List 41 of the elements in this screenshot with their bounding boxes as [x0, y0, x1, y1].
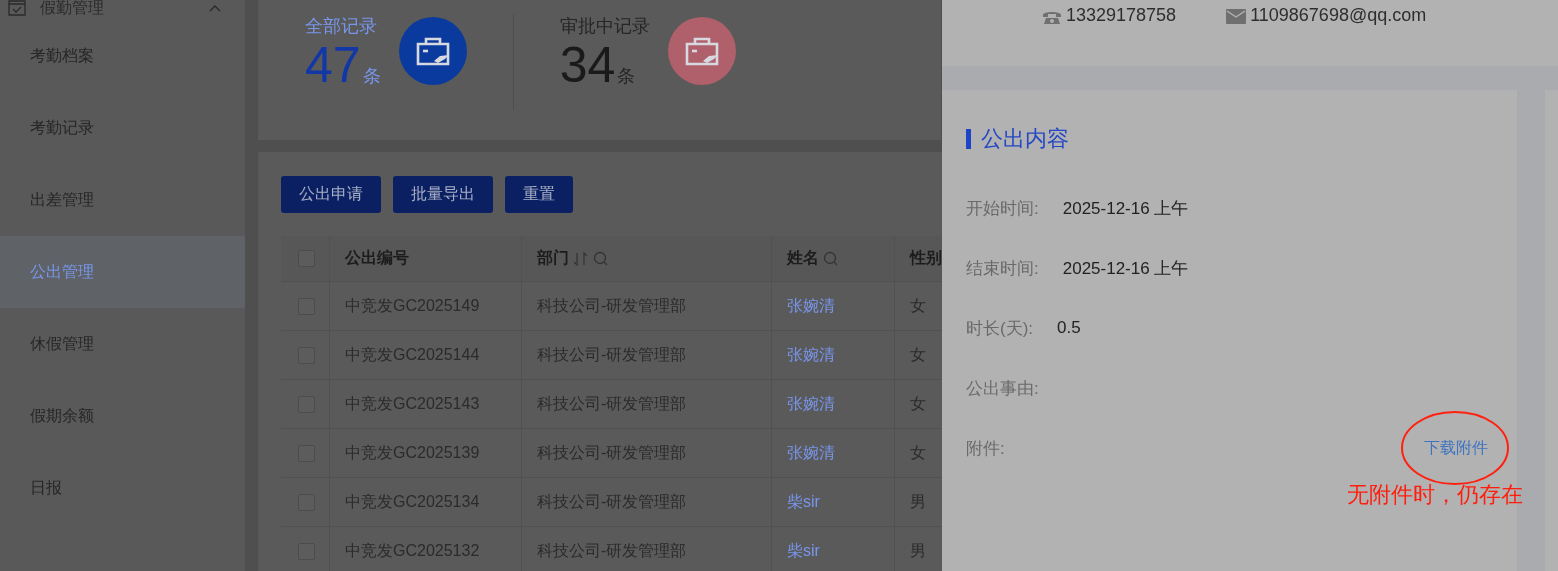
- stat-count: 47: [305, 38, 361, 92]
- accent-bar: [966, 129, 971, 149]
- field-value: 2025-12-16 上午: [1062, 257, 1189, 280]
- briefcase-icon: [398, 17, 467, 85]
- stat-unit: 条: [362, 65, 381, 88]
- field-value: 2025-12-16 上午: [1062, 197, 1189, 220]
- toolbar-button[interactable]: 批量导出: [393, 176, 493, 213]
- email-address: 1109867698@qq.com: [1250, 5, 1427, 26]
- column-header: 部门: [537, 248, 569, 268]
- column-header: 公出编号: [345, 248, 409, 268]
- field-value: 0.5: [1057, 318, 1081, 338]
- annotation-text: 无附件时，仍存在: [1347, 481, 1523, 509]
- name-link[interactable]: 张婉清: [787, 393, 835, 415]
- search-icon[interactable]: [823, 251, 838, 266]
- search-icon[interactable]: [593, 251, 608, 266]
- field-label: 公出事由:: [966, 377, 1039, 400]
- name-link[interactable]: 张婉清: [787, 295, 835, 317]
- field-label: 结束时间:: [966, 257, 1039, 280]
- name-link[interactable]: 张婉清: [787, 344, 835, 366]
- phone-number: 13329178758: [1066, 5, 1177, 26]
- download-link[interactable]: 下载附件: [1424, 437, 1488, 459]
- name-link[interactable]: 张婉清: [787, 442, 835, 464]
- caret-icon[interactable]: [209, 4, 221, 12]
- column-header: 性别: [910, 248, 942, 268]
- field-label: 时长(天):: [966, 317, 1034, 340]
- column-header: 姓名: [787, 248, 819, 268]
- toolbar-button[interactable]: 公出申请: [281, 176, 381, 213]
- stat-label: 全部记录: [305, 15, 378, 38]
- name-link[interactable]: 柴sir: [787, 491, 820, 513]
- stat-count: 34: [559, 38, 616, 92]
- checklist-icon: [8, 0, 26, 16]
- name-link[interactable]: 柴sir: [787, 540, 820, 562]
- briefcase-icon: [667, 17, 736, 85]
- toolbar-button[interactable]: 重置: [505, 176, 573, 213]
- phone-icon: [1042, 9, 1062, 25]
- mail-icon: [1226, 9, 1247, 24]
- sort-icon[interactable]: [573, 251, 589, 266]
- section-title: 公出内容: [981, 125, 1069, 153]
- sidebar-item[interactable]: 公出管理: [0, 236, 245, 308]
- field-label: 附件:: [966, 437, 1005, 460]
- field-label: 开始时间:: [966, 197, 1039, 220]
